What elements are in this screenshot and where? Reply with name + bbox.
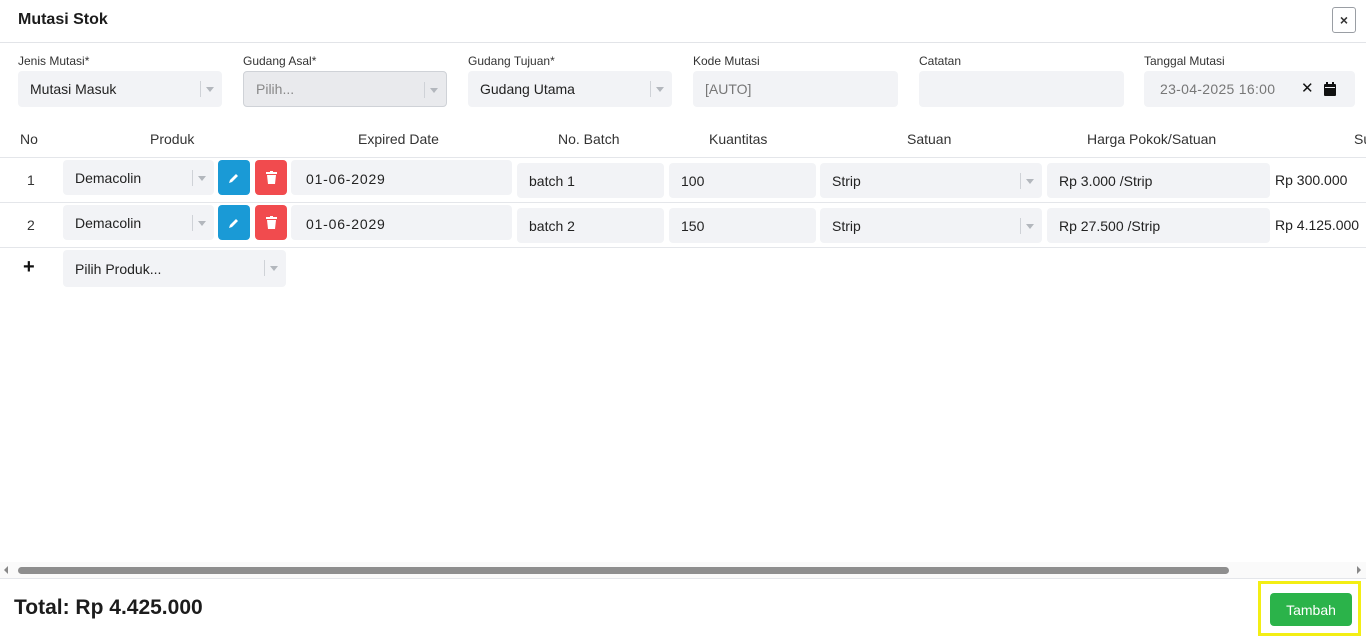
close-button[interactable]: × bbox=[1332, 7, 1356, 33]
quantity-input[interactable]: 150 bbox=[669, 208, 816, 243]
chevron-down-icon bbox=[650, 81, 666, 97]
jenis-mutasi-select[interactable]: Mutasi Masuk bbox=[18, 71, 222, 107]
satuan-select[interactable]: Strip bbox=[820, 163, 1042, 198]
batch-value: batch 1 bbox=[529, 172, 575, 189]
row-number: 2 bbox=[27, 217, 35, 233]
chevron-down-icon bbox=[264, 260, 280, 276]
subtotal-value: Rp 4.125.000 bbox=[1275, 217, 1360, 233]
batch-value: batch 2 bbox=[529, 217, 575, 234]
pilih-produk-select[interactable]: Pilih Produk... bbox=[63, 250, 286, 287]
scrollbar-thumb[interactable] bbox=[18, 567, 1229, 574]
chevron-down-icon bbox=[200, 81, 216, 97]
chevron-down-icon bbox=[424, 82, 440, 98]
satuan-select[interactable]: Strip bbox=[820, 208, 1042, 243]
divider bbox=[0, 202, 1366, 203]
produk-value: Demacolin bbox=[75, 170, 142, 186]
modal-header: Mutasi Stok × bbox=[0, 0, 1366, 43]
col-header-harga: Harga Pokok/Satuan bbox=[1087, 131, 1217, 147]
harga-value: Rp 3.000 /Strip bbox=[1059, 172, 1153, 189]
gudang-asal-select[interactable]: Pilih... bbox=[243, 71, 447, 107]
chevron-down-icon bbox=[1020, 218, 1036, 234]
subtotal-value: Rp 300.000 bbox=[1275, 172, 1348, 188]
chevron-down-icon bbox=[192, 170, 208, 186]
col-header-no: No bbox=[20, 131, 38, 147]
col-header-satuan: Satuan bbox=[907, 131, 952, 147]
harga-value: Rp 27.500 /Strip bbox=[1059, 217, 1161, 234]
gudang-asal-label: Gudang Asal* bbox=[243, 54, 317, 68]
produk-value: Demacolin bbox=[75, 215, 142, 231]
pencil-icon bbox=[229, 218, 238, 228]
delete-button[interactable] bbox=[255, 160, 287, 195]
batch-input[interactable]: batch 1 bbox=[517, 163, 664, 198]
harga-input[interactable]: Rp 3.000 /Strip bbox=[1047, 163, 1270, 198]
expired-date-input[interactable]: 01-06-2029 bbox=[291, 160, 512, 195]
edit-button[interactable] bbox=[218, 160, 250, 195]
gudang-tujuan-select[interactable]: Gudang Utama bbox=[468, 71, 672, 107]
catatan-input[interactable] bbox=[919, 71, 1124, 107]
col-header-subtotal: Su bbox=[1354, 131, 1366, 147]
kode-mutasi-value: [AUTO] bbox=[705, 81, 752, 97]
tanggal-mutasi-input[interactable]: 23-04-2025 16:00 ✕ bbox=[1144, 71, 1355, 107]
chevron-down-icon bbox=[1020, 173, 1036, 189]
gudang-tujuan-value: Gudang Utama bbox=[480, 81, 575, 97]
expired-date-value: 01-06-2029 bbox=[306, 216, 386, 232]
gudang-tujuan-label: Gudang Tujuan* bbox=[468, 54, 555, 68]
col-header-expired: Expired Date bbox=[358, 131, 439, 147]
delete-button[interactable] bbox=[255, 205, 287, 240]
pencil-icon bbox=[229, 173, 238, 183]
produk-select[interactable]: Demacolin bbox=[63, 160, 214, 195]
clear-icon[interactable]: ✕ bbox=[1301, 79, 1314, 97]
chevron-down-icon bbox=[192, 215, 208, 231]
kode-mutasi-input[interactable]: [AUTO] bbox=[693, 71, 898, 107]
kode-mutasi-label: Kode Mutasi bbox=[693, 54, 760, 68]
batch-input[interactable]: batch 2 bbox=[517, 208, 664, 243]
gudang-asal-placeholder: Pilih... bbox=[256, 81, 295, 97]
total-amount: Total: Rp 4.425.000 bbox=[14, 596, 203, 619]
close-icon: × bbox=[1339, 12, 1349, 28]
jenis-mutasi-label: Jenis Mutasi* bbox=[18, 54, 90, 68]
divider bbox=[0, 157, 1366, 158]
scroll-left-icon[interactable] bbox=[4, 566, 8, 574]
tanggal-mutasi-label: Tanggal Mutasi bbox=[1144, 54, 1225, 68]
col-header-kuantitas: Kuantitas bbox=[709, 131, 768, 147]
trash-icon bbox=[265, 216, 277, 229]
divider bbox=[0, 247, 1366, 248]
expired-date-input[interactable]: 01-06-2029 bbox=[291, 205, 512, 240]
divider bbox=[0, 578, 1366, 579]
col-header-produk: Produk bbox=[150, 131, 195, 147]
trash-icon bbox=[265, 171, 277, 184]
calendar-icon[interactable] bbox=[1324, 82, 1336, 96]
produk-select[interactable]: Demacolin bbox=[63, 205, 214, 240]
satuan-value: Strip bbox=[832, 172, 861, 189]
edit-button[interactable] bbox=[218, 205, 250, 240]
modal-title: Mutasi Stok bbox=[18, 11, 108, 28]
tanggal-mutasi-value: 23-04-2025 16:00 bbox=[1160, 81, 1276, 97]
quantity-value: 150 bbox=[681, 217, 705, 234]
row-number: 1 bbox=[27, 172, 35, 188]
jenis-mutasi-value: Mutasi Masuk bbox=[30, 81, 117, 97]
harga-input[interactable]: Rp 27.500 /Strip bbox=[1047, 208, 1270, 243]
tambah-button[interactable]: Tambah bbox=[1270, 593, 1352, 626]
catatan-label: Catatan bbox=[919, 54, 962, 68]
quantity-input[interactable]: 100 bbox=[669, 163, 816, 198]
col-header-batch: No. Batch bbox=[558, 131, 620, 147]
expired-date-value: 01-06-2029 bbox=[306, 171, 386, 187]
scroll-right-icon[interactable] bbox=[1357, 566, 1361, 574]
pilih-produk-placeholder: Pilih Produk... bbox=[75, 260, 162, 277]
satuan-value: Strip bbox=[832, 217, 861, 234]
quantity-value: 100 bbox=[681, 172, 705, 189]
add-row-icon[interactable]: + bbox=[23, 256, 35, 279]
